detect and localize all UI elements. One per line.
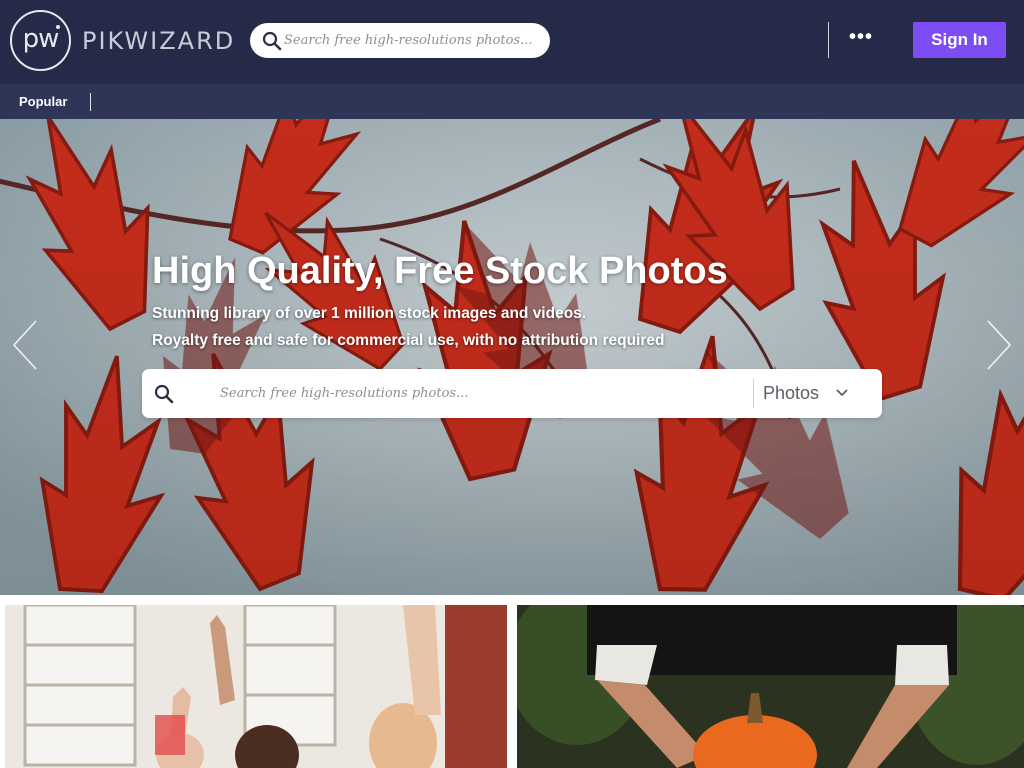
sign-in-button[interactable]: Sign In <box>913 22 1006 58</box>
gallery-photo-classroom[interactable] <box>5 605 507 768</box>
chevron-down-icon[interactable] <box>835 386 849 400</box>
hero-search-box: Photos <box>142 369 882 418</box>
header-search-input[interactable] <box>284 23 538 58</box>
hero-search-input[interactable] <box>220 369 740 418</box>
hero-subtitle-line-2: Royalty free and safe for commercial use… <box>152 332 665 349</box>
hero-title: High Quality, Free Stock Photos <box>152 250 728 292</box>
logo-mark[interactable]: pw <box>10 10 71 71</box>
search-type-separator <box>753 379 754 408</box>
logo-monogram: pw <box>22 24 60 54</box>
search-icon[interactable] <box>154 384 174 404</box>
search-icon[interactable] <box>262 31 282 51</box>
category-nav: Popular <box>0 84 1024 119</box>
classroom-photo <box>5 605 507 768</box>
hero-banner: High Quality, Free Stock Photos Stunning… <box>0 119 1024 595</box>
logo-dot <box>56 25 60 29</box>
header-divider <box>828 22 829 58</box>
hero-overlay <box>0 119 1024 595</box>
more-horizontal-icon[interactable]: ••• <box>846 27 876 52</box>
chevron-right-icon[interactable] <box>984 317 1014 373</box>
gallery-photo-pumpkin[interactable] <box>517 605 1024 768</box>
chevron-left-icon[interactable] <box>10 317 40 373</box>
logo-wordmark[interactable]: PIKWIZARD <box>82 27 235 55</box>
top-header: pw PIKWIZARD ••• Sign In <box>0 0 1024 84</box>
header-search-box <box>250 23 550 58</box>
pumpkin-photo <box>517 605 1024 768</box>
nav-item-popular[interactable]: Popular <box>19 84 67 119</box>
nav-separator <box>90 93 91 111</box>
hero-subtitle-line-1: Stunning library of over 1 million stock… <box>152 305 587 322</box>
